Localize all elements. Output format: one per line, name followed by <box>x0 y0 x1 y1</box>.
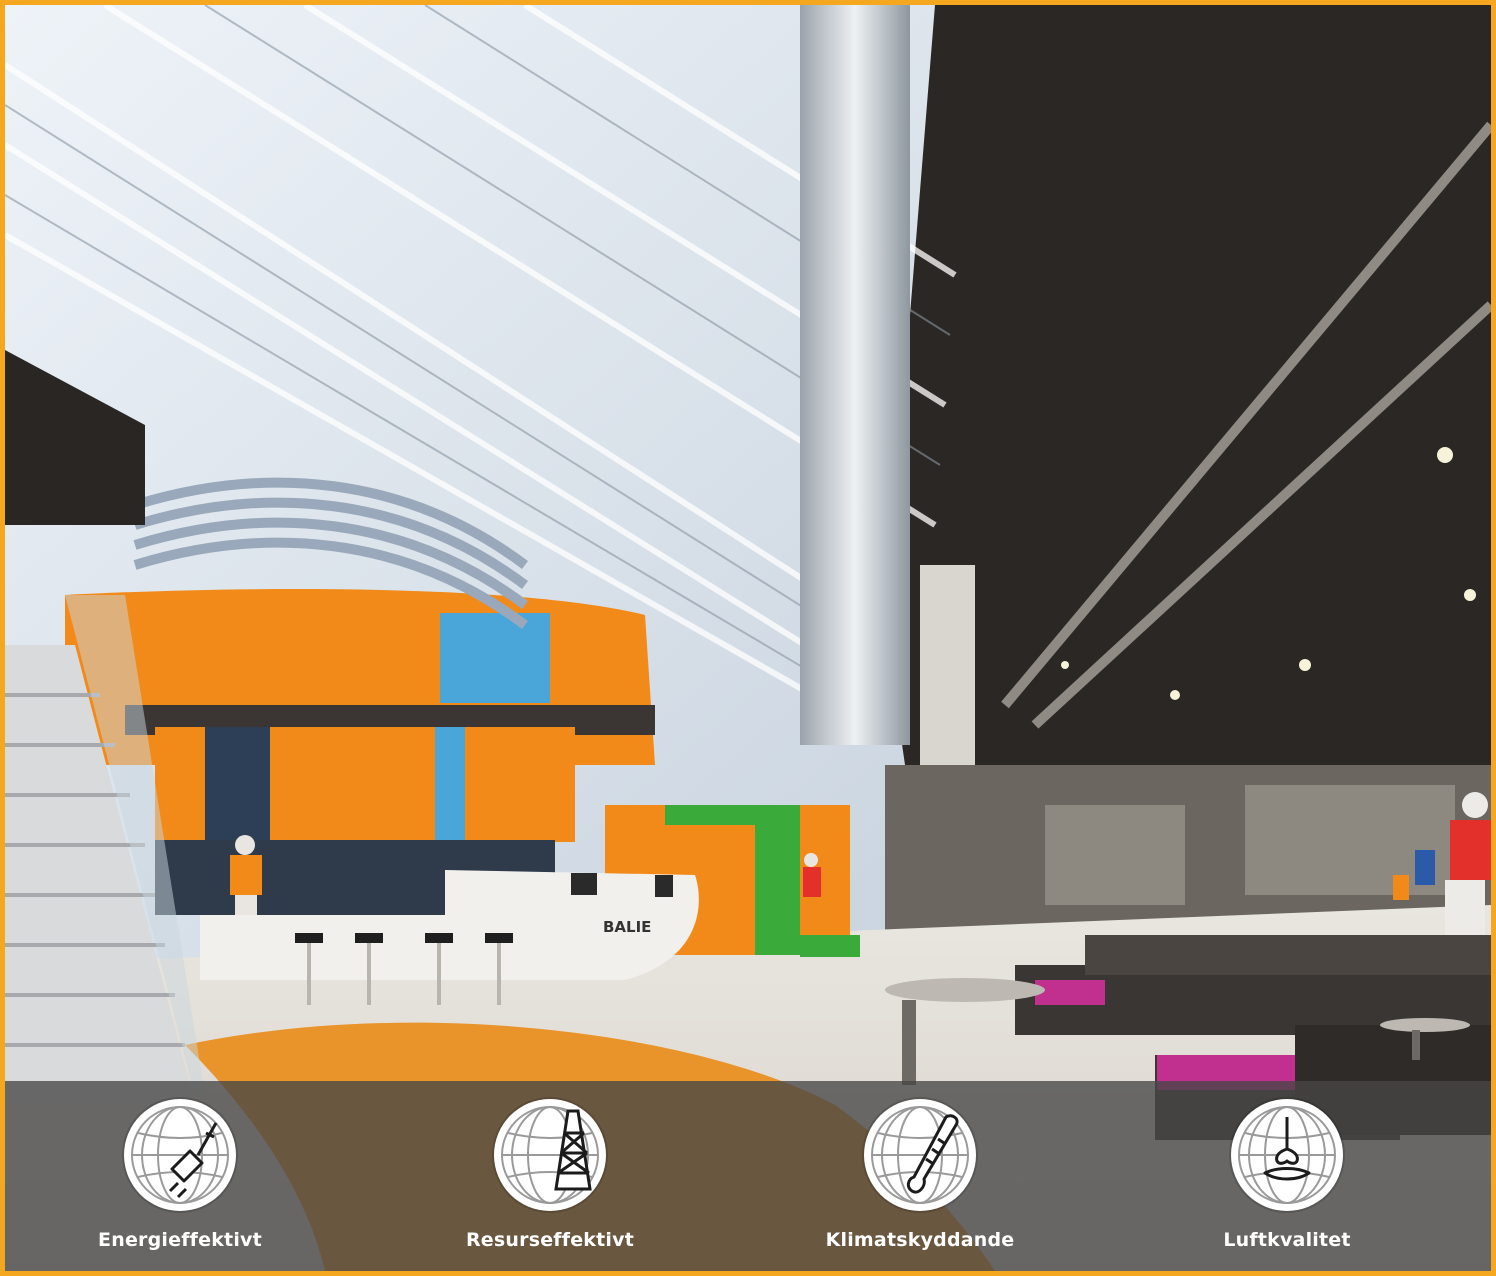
feature-label: Klimatskyddande <box>825 1229 1015 1251</box>
image-frame: BALIE Energieffektivt Resurseffektivt Kl… <box>0 0 1496 1276</box>
globe-plug-icon <box>124 1099 236 1211</box>
globe-oil-rig-icon <box>494 1099 606 1211</box>
counter-sign: BALIE <box>603 918 652 936</box>
feature-resources: Resurseffektivt <box>440 1099 660 1251</box>
feature-bar: Energieffektivt Resurseffektivt Klimatsk… <box>5 1081 1491 1271</box>
globe-thermometer-icon <box>864 1099 976 1211</box>
feature-climate: Klimatskyddande <box>810 1099 1030 1251</box>
feature-label: Energieffektivt <box>98 1229 262 1251</box>
feature-air-quality: Luftkvalitet <box>1177 1099 1397 1251</box>
feature-energy: Energieffektivt <box>70 1099 290 1251</box>
feature-label: Luftkvalitet <box>1223 1229 1351 1251</box>
feature-label: Resurseffektivt <box>465 1229 635 1251</box>
globe-nose-icon <box>1231 1099 1343 1211</box>
